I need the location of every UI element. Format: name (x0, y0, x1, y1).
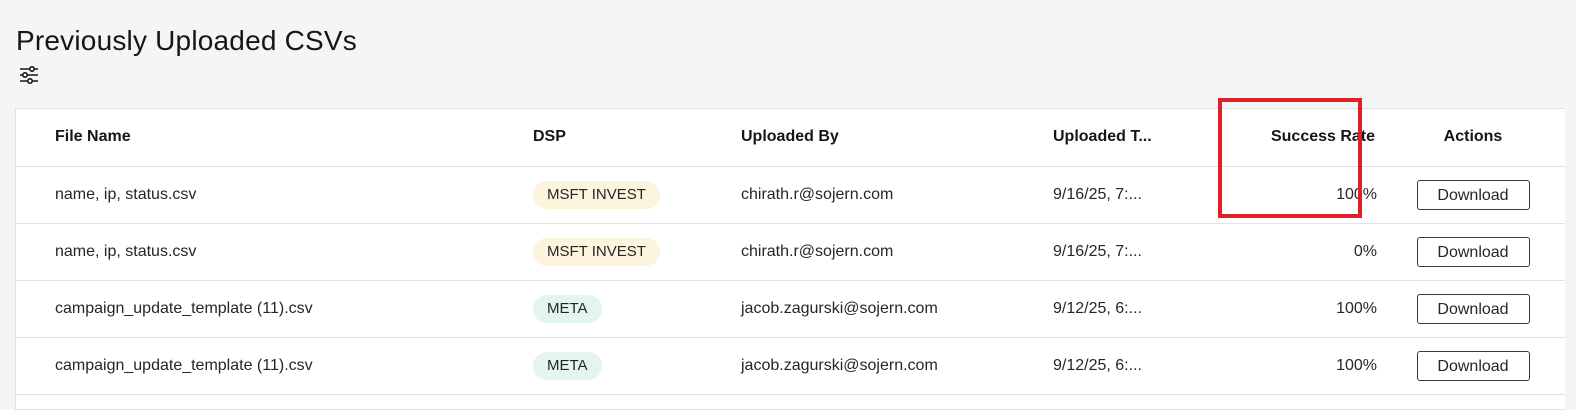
header-dsp[interactable]: DSP (533, 109, 741, 166)
download-button[interactable]: Download (1416, 179, 1530, 210)
success-rate-cell: 100% (1336, 356, 1377, 374)
header-uploaded-time[interactable]: Uploaded T... (1053, 109, 1233, 166)
dsp-tag: META (533, 294, 602, 323)
uploaded-by-cell: jacob.zagurski@sojern.com (741, 356, 938, 374)
uploaded-by-cell: chirath.r@sojern.com (741, 242, 894, 260)
table-row: name, ip, status.csv MSFT INVEST chirath… (16, 166, 1565, 223)
file-name-cell: name, ip, status.csv (55, 242, 197, 260)
file-name-cell: campaign_update_template (11).csv (55, 356, 313, 374)
uploaded-time-cell: 9/12/25, 6:... (1053, 299, 1142, 317)
uploaded-time-cell: 9/16/25, 7:... (1053, 242, 1142, 260)
uploaded-time-cell: 9/12/25, 6:... (1053, 356, 1142, 374)
table-header-row: File Name DSP Uploaded By Uploaded T... … (16, 109, 1565, 166)
download-button[interactable]: Download (1416, 236, 1530, 267)
file-name-cell: campaign_update_template (11).csv (55, 299, 313, 317)
download-button[interactable]: Download (1416, 293, 1530, 324)
header-uploaded-by[interactable]: Uploaded By (741, 109, 1053, 166)
uploaded-by-cell: chirath.r@sojern.com (741, 185, 894, 203)
dsp-tag: MSFT INVEST (533, 237, 660, 266)
download-button[interactable]: Download (1416, 350, 1530, 381)
dsp-tag: META (533, 351, 602, 380)
header-actions: Actions (1443, 128, 1503, 146)
sliders-filter-icon[interactable] (18, 64, 42, 86)
header-success-rate[interactable]: Success Rate (1233, 109, 1399, 166)
header-file-name[interactable]: File Name (16, 109, 533, 166)
success-rate-cell: 0% (1353, 242, 1377, 260)
table-row: campaign_update_template (11).csv META j… (16, 280, 1565, 337)
uploaded-time-cell: 9/16/25, 7:... (1053, 185, 1142, 203)
page-title: Previously Uploaded CSVs (16, 24, 357, 56)
file-name-cell: name, ip, status.csv (55, 185, 197, 203)
uploaded-by-cell: jacob.zagurski@sojern.com (741, 299, 938, 317)
table-row: name, ip, status.csv MSFT INVEST chirath… (16, 223, 1565, 280)
success-rate-cell: 100% (1336, 185, 1377, 203)
uploads-table: File Name DSP Uploaded By Uploaded T... … (15, 108, 1565, 410)
success-rate-cell: 100% (1336, 299, 1377, 317)
dsp-tag: MSFT INVEST (533, 180, 660, 209)
table-row: campaign_update_template (11).csv META j… (16, 337, 1565, 394)
